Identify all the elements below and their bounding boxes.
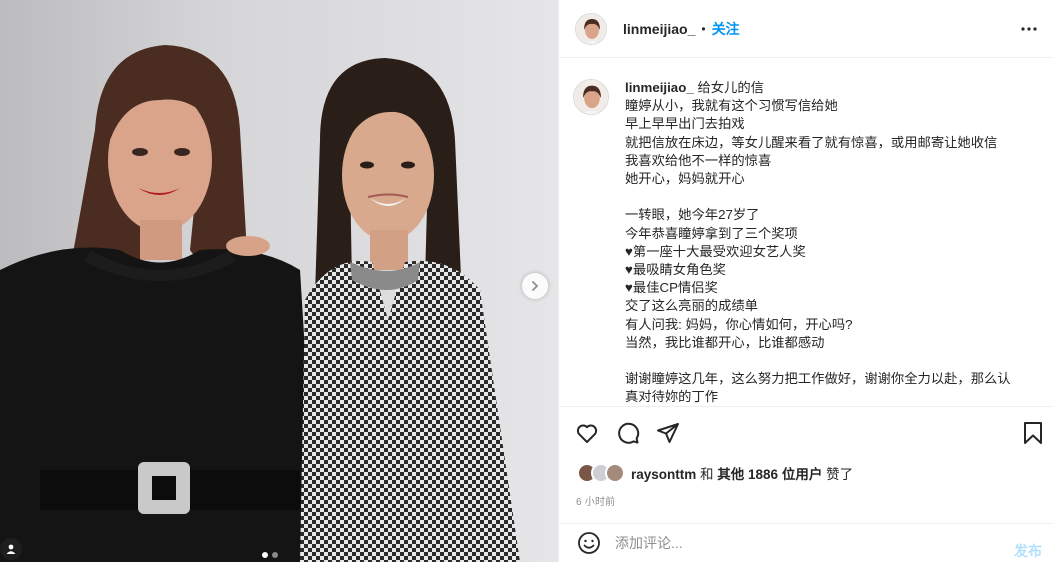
likes-suffix: 赞了 (822, 467, 854, 482)
caption-line (625, 188, 1038, 206)
caption-line: 瞳婷从小，我就有这个习惯写信给她 (625, 98, 838, 114)
caption-line: ♥最佳CP情侣奖 (625, 280, 718, 296)
caption-line: 交了这么亮丽的成绩单 (625, 298, 758, 314)
heart-icon (576, 424, 598, 443)
action-bar (559, 406, 1053, 459)
liker-avatar[interactable] (605, 463, 625, 483)
chevron-right-icon (532, 281, 539, 291)
caption-lines: 瞳婷从小，我就有这个习惯写信给她 早上早早出门去拍戏就把信放在床边，等女儿醒来看了… (625, 97, 1038, 405)
caption-username[interactable]: linmeijiao_ (625, 80, 694, 95)
caption-line: 一转眼，她今年27岁了 (625, 207, 760, 223)
caption-line: 真对待妳的丁作 (625, 389, 719, 405)
more-horizontal-icon (1021, 27, 1037, 31)
post-sidebar: linmeijiao_ • 关注 linmeijiao_ 给女儿的信瞳婷从小，我… (558, 0, 1053, 562)
tagged-users-button[interactable] (0, 538, 22, 560)
author-avatar[interactable] (575, 12, 607, 45)
caption-line: 我喜欢给他不一样的惊喜 (625, 152, 772, 168)
caption-line: 她开心，妈妈就开心 (625, 171, 745, 187)
caption-line: 当然，我比谁都开心，比谁都感动 (625, 334, 825, 350)
more-options-button[interactable] (1020, 20, 1038, 41)
save-button[interactable] (1022, 421, 1044, 448)
author-username[interactable]: linmeijiao_ (623, 21, 695, 37)
user-tag-icon (6, 544, 16, 554)
carousel-dot (272, 552, 278, 558)
follow-button[interactable]: 关注 (712, 19, 740, 39)
bookmark-icon (1024, 422, 1042, 444)
post-comment-button[interactable]: 发布 (1014, 541, 1042, 561)
send-icon (657, 423, 679, 443)
caption-line (625, 352, 1038, 370)
post-media[interactable] (0, 0, 558, 562)
caption-avatar[interactable] (573, 79, 609, 115)
next-slide-button[interactable] (522, 273, 548, 299)
likes-connector: 和 (696, 467, 718, 482)
share-button[interactable] (656, 421, 680, 448)
likes-text: raysonttm 和 其他 1886 位用户 赞了 (631, 463, 853, 483)
liker-username[interactable]: raysonttm (631, 467, 696, 482)
caption-title: 给女儿的信 (697, 80, 764, 95)
comment-icon (618, 422, 640, 444)
likes-count[interactable]: 其他 1886 位用户 (717, 467, 822, 482)
caption-row: linmeijiao_ 给女儿的信瞳婷从小，我就有这个习惯写信给她 早上早早出门去… (573, 79, 1038, 405)
comment-button[interactable] (616, 421, 640, 448)
caption-line: 有人问我: 妈妈，你心情如何，开心吗? (625, 316, 853, 332)
likes-summary: raysonttm 和 其他 1886 位用户 赞了 (577, 463, 853, 483)
caption-line: 就把信放在床边，等女儿醒来看了就有惊喜，或用邮寄让她收信 (625, 134, 998, 150)
post-photo (0, 45, 520, 562)
post-timestamp[interactable]: 6 小时前 (576, 493, 615, 508)
post-header: linmeijiao_ • 关注 (559, 0, 1053, 58)
caption-line: 早上早早出门去拍戏 (625, 116, 745, 132)
like-button[interactable] (575, 421, 599, 448)
emoji-icon (578, 532, 600, 554)
caption-text: linmeijiao_ 给女儿的信瞳婷从小，我就有这个习惯写信给她 早上早早出门去… (625, 79, 1038, 405)
caption-line: ♥第一座十大最受欢迎女艺人奖 (625, 243, 806, 259)
carousel-indicator (262, 552, 278, 558)
caption-area: linmeijiao_ 给女儿的信瞳婷从小，我就有这个习惯写信给她 早上早早出门去… (559, 59, 1053, 405)
header-separator: • (701, 21, 706, 36)
comment-box: 发布 (559, 523, 1053, 562)
carousel-dot-active (262, 552, 268, 558)
caption-line: 谢谢瞳婷这几年，这么努力把工作做好，谢谢你全力以赴，那么认 (625, 371, 1011, 387)
comment-input[interactable] (615, 535, 985, 551)
caption-line: 今年恭喜瞳婷拿到了三个奖项 (625, 225, 798, 241)
emoji-button[interactable] (577, 531, 601, 555)
caption-line: ♥最吸睛女角色奖 (625, 262, 726, 278)
